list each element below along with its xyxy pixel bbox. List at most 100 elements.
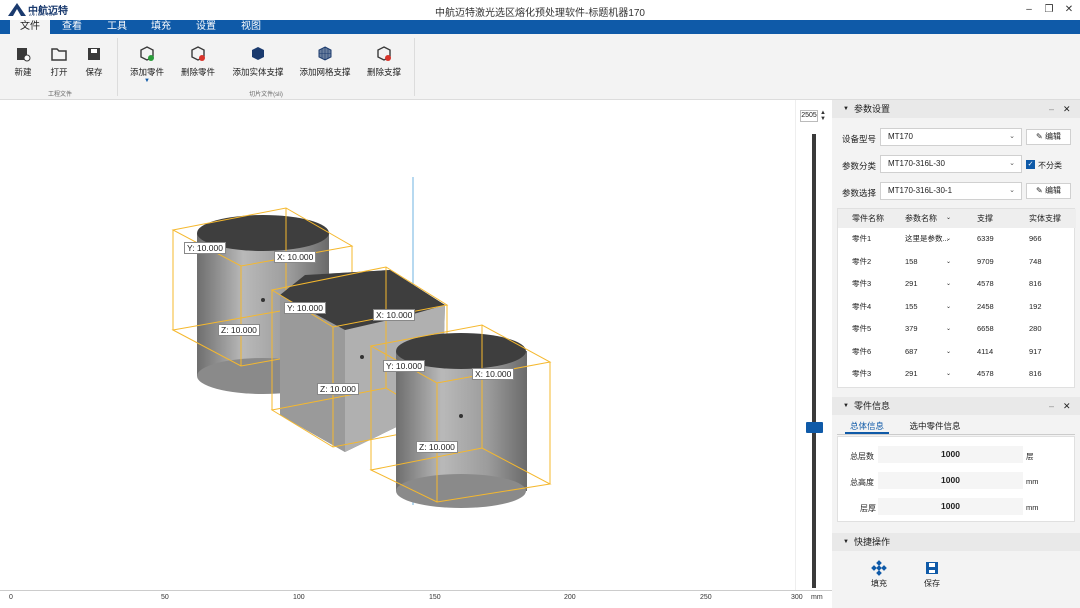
- cell-param[interactable]: 这里是参数...: [905, 228, 949, 251]
- minimize-panel-icon[interactable]: –: [1049, 397, 1054, 415]
- table-row[interactable]: 零件1 这里是参数... ⌄ 6339 966: [838, 228, 1076, 251]
- table-row[interactable]: 零件6 687 ⌄ 4114 917: [838, 341, 1076, 364]
- unclassified-checkbox[interactable]: ✓: [1026, 160, 1035, 169]
- save-button[interactable]: 保存: [81, 46, 107, 78]
- delete-part-button[interactable]: 删除零件: [178, 46, 218, 78]
- delete-part-label: 删除零件: [180, 67, 215, 77]
- param-select[interactable]: MT170-316L-30-1 ⌄: [880, 182, 1022, 200]
- device-select[interactable]: MT170 ⌄: [880, 128, 1022, 146]
- part-info-header: ▼ 零件信息 – ✕: [832, 397, 1080, 415]
- param-select-label: 参数选择: [842, 188, 877, 198]
- layer-slider-track[interactable]: [812, 134, 816, 588]
- cell-param[interactable]: 687: [905, 341, 918, 364]
- scene-canvas[interactable]: [0, 100, 795, 590]
- collapse-icon[interactable]: ▼: [843, 100, 849, 118]
- folder-open-icon: [51, 48, 67, 61]
- tab-overall-info[interactable]: 总体信息: [845, 420, 889, 434]
- delete-support-icon: [377, 46, 391, 61]
- new-button[interactable]: 新建: [10, 46, 36, 78]
- chevron-down-icon[interactable]: ⌄: [946, 296, 951, 319]
- table-row[interactable]: 零件4 155 ⌄ 2458 192: [838, 296, 1076, 319]
- cell-solid-support: 966: [1029, 234, 1042, 243]
- quick-fill-label: 填充: [871, 579, 887, 588]
- chevron-down-icon[interactable]: ⌄: [946, 363, 951, 386]
- table-row[interactable]: 零件2 158 ⌄ 9709 748: [838, 251, 1076, 274]
- category-select[interactable]: MT170-316L-30 ⌄: [880, 155, 1022, 173]
- collapse-icon[interactable]: ▼: [843, 397, 849, 415]
- menu-file[interactable]: 文件: [10, 20, 50, 34]
- cell-param[interactable]: 291: [905, 363, 918, 386]
- chevron-down-icon[interactable]: ⌄: [946, 273, 951, 296]
- add-mesh-support-button[interactable]: 添加网格支撑: [297, 46, 353, 78]
- layer-slider-thumb[interactable]: [806, 422, 823, 433]
- param-select-value: MT170-316L-30-1: [888, 186, 953, 195]
- cell-param[interactable]: 379: [905, 318, 918, 341]
- ruler-tick: 200: [564, 594, 576, 601]
- open-button[interactable]: 打开: [46, 46, 72, 78]
- slice-group-label: 切片文件(sli): [249, 92, 283, 98]
- cell-param[interactable]: 155: [905, 296, 918, 319]
- device-select-value: MT170: [888, 132, 913, 141]
- add-part-icon: [140, 46, 154, 61]
- cell-solid-support: 280: [1029, 324, 1042, 333]
- cell-support: 4578: [977, 279, 994, 288]
- delete-support-button[interactable]: 删除支撑: [364, 46, 404, 78]
- edit-param-button[interactable]: ✎ 编辑: [1026, 183, 1071, 199]
- menu-bar: 文件 查看 工具 填充 设置 视图: [0, 20, 1080, 34]
- spin-arrows-icon[interactable]: ▲ ▼: [820, 110, 826, 122]
- close-panel-icon[interactable]: ✕: [1063, 100, 1071, 118]
- minimize-icon[interactable]: –: [1022, 3, 1036, 17]
- layer-value-input[interactable]: 2505: [800, 110, 818, 122]
- minimize-panel-icon[interactable]: –: [1049, 100, 1054, 118]
- chevron-down-icon[interactable]: ⌄: [946, 341, 951, 364]
- menu-viewport[interactable]: 视图: [231, 20, 271, 34]
- quick-save-button[interactable]: 保存: [921, 560, 943, 589]
- title-bar: 中航迈特 AVIMETAL 中航迈特激光选区熔化预处理软件-标题机器170 – …: [0, 0, 1080, 20]
- quick-ops-title: 快捷操作: [854, 537, 891, 547]
- ruler-tick: 50: [161, 594, 169, 601]
- close-icon[interactable]: ✕: [1062, 3, 1076, 17]
- dropdown-indicator-icon[interactable]: ▼: [127, 78, 167, 84]
- tab-divider: [837, 434, 1075, 435]
- tab-selected-part-info[interactable]: 选中零件信息: [905, 420, 965, 434]
- add-solid-support-button[interactable]: 添加实体支撑: [230, 46, 286, 78]
- chevron-down-icon[interactable]: ⌄: [946, 318, 951, 341]
- layer-slider-panel: 2505 ▲ ▼: [795, 100, 832, 590]
- chevron-down-icon[interactable]: ⌄: [946, 228, 951, 251]
- chevron-down-icon: ⌄: [1009, 187, 1015, 194]
- 3d-viewport[interactable]: Y: 10.000 X: 10.000 Z: 10.000 Y: 10.000 …: [0, 100, 795, 590]
- delete-support-label: 删除支撑: [366, 67, 401, 77]
- cell-solid-support: 748: [1029, 256, 1042, 266]
- table-row[interactable]: 零件3 291 ⌄ 4578 816: [838, 273, 1076, 296]
- quick-fill-button[interactable]: 填充: [868, 560, 890, 589]
- collapse-icon[interactable]: ▼: [843, 533, 849, 551]
- column-header: 实体支撑: [1029, 214, 1061, 223]
- pencil-icon: ✎: [1036, 132, 1043, 141]
- menu-tools[interactable]: 工具: [97, 20, 137, 34]
- add-part-button[interactable]: 添加零件 ▼: [127, 46, 167, 84]
- dimension-label: X: 10.000: [274, 251, 317, 263]
- cell-param[interactable]: 158: [905, 251, 918, 274]
- menu-view[interactable]: 查看: [52, 20, 92, 34]
- params-panel-title: 参数设置: [854, 104, 891, 114]
- dimension-label: Z: 10.000: [317, 383, 359, 395]
- table-header: 零件名称 参数名称 ⌄ 支撑 实体支撑: [838, 209, 1076, 228]
- cell-param[interactable]: 291: [905, 273, 918, 296]
- restore-icon[interactable]: ❐: [1042, 3, 1056, 17]
- dimension-label: X: 10.000: [472, 368, 515, 380]
- edit-device-button[interactable]: ✎ 编辑: [1026, 129, 1071, 145]
- ruler-tick: 300: [791, 594, 803, 601]
- close-panel-icon[interactable]: ✕: [1063, 397, 1071, 415]
- right-panel: ▼ 参数设置 – ✕ 设备型号 MT170 ⌄ ✎ 编辑 参数分类 MT170-…: [832, 100, 1080, 608]
- menu-fill[interactable]: 填充: [141, 20, 181, 34]
- unclassified-label: 不分类: [1038, 161, 1062, 170]
- menu-settings[interactable]: 设置: [186, 20, 226, 34]
- table-row[interactable]: 零件5 379 ⌄ 6658 280: [838, 318, 1076, 341]
- chevron-down-icon[interactable]: ⌄: [946, 251, 951, 274]
- dimension-label: Y: 10.000: [184, 242, 226, 254]
- edit-label: 编辑: [1044, 132, 1061, 141]
- sort-chevron-icon[interactable]: ⌄: [946, 209, 951, 228]
- cell-part: 零件4: [852, 301, 872, 311]
- table-row[interactable]: 零件3 291 ⌄ 4578 816: [838, 363, 1076, 386]
- new-button-label: 新建: [14, 67, 32, 77]
